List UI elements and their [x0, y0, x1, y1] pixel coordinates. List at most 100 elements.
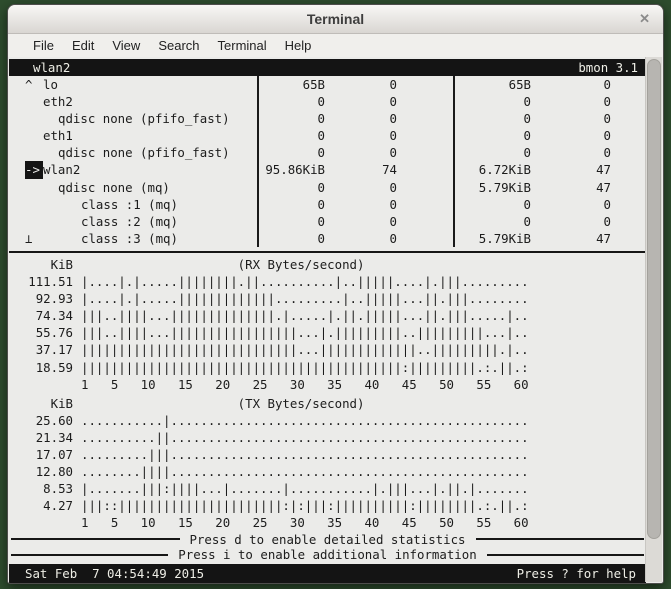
graph-unit-label: KiB	[50, 395, 73, 411]
interface-name-cell: eth2	[9, 93, 257, 110]
table-row[interactable]: eth1 0 0 0 0	[9, 127, 646, 145]
graph-y-label: 12.80	[35, 464, 73, 480]
interface-name-cell: class :2 (mq)	[9, 213, 257, 230]
graph-x-axis: 1 5 10 15 20 25 30 35 40 45 50 55 60	[81, 376, 529, 392]
graph-y-label: 4.27	[43, 498, 73, 514]
interface-name: wlan2	[43, 162, 81, 178]
rx-rate: 0	[317, 230, 325, 246]
notice-line-left	[11, 553, 169, 556]
menu-view[interactable]: View	[103, 37, 149, 54]
tx-graph: KiB (TX Bytes/second) 25.60 ...........|..…	[9, 395, 646, 532]
tx-packets: 47	[596, 179, 611, 195]
tx-packets: 0	[603, 77, 611, 92]
rx-packets: 0	[389, 128, 397, 144]
table-row[interactable]: eth2 0 0 0 0	[9, 93, 646, 111]
graph-y-label: 8.53	[43, 481, 73, 497]
graph-bars: |||..||||...|||||||||||||||||...|.||||||…	[81, 325, 529, 341]
graph-bars: .........|||............................…	[81, 446, 529, 462]
rx-group: 00	[257, 229, 453, 247]
graph-bars: ..........||............................…	[81, 429, 529, 445]
rx-packets: 0	[389, 77, 397, 92]
notice-detailed-stats: Press d to enable detailed statistics	[9, 531, 646, 547]
row-indicator: ->	[25, 161, 43, 179]
graph-line: 111.51 |....|.|.....||||||||.||..........…	[9, 273, 646, 290]
rx-group: 00	[257, 110, 453, 128]
rx-packets: 0	[389, 213, 397, 229]
tx-group: 00	[453, 110, 646, 128]
graph-line: 18.59 |||||||||||||||||||||||||||||||||||…	[9, 359, 646, 376]
menu-search[interactable]: Search	[149, 37, 208, 54]
scrollbar[interactable]	[645, 57, 662, 582]
notice-line-right	[486, 553, 644, 556]
graph-bars: |||::||||||||||||||||||||||:|:|||:||||||…	[81, 498, 529, 514]
tx-rate: 5.79KiB	[478, 230, 531, 246]
rx-graph: KiB (RX Bytes/second) 111.51 |....|.|.....…	[9, 256, 646, 393]
close-icon[interactable]: ✕	[639, 5, 650, 33]
tx-packets: 0	[603, 213, 611, 229]
graph-title: (TX Bytes/second)	[81, 395, 365, 411]
tx-packets: 0	[603, 94, 611, 110]
rx-rate: 0	[317, 179, 325, 195]
menu-file[interactable]: File	[24, 37, 63, 54]
tx-packets: 47	[596, 230, 611, 246]
tx-group: 5.79KiB 47	[453, 178, 646, 196]
tx-group: 5.79KiB 47	[453, 229, 646, 247]
rx-packets: 0	[389, 111, 397, 127]
titlebar[interactable]: Terminal ✕	[8, 5, 663, 34]
interface-name-cell: qdisc none (pfifo_fast)	[9, 110, 257, 127]
row-indicator	[25, 127, 43, 144]
graph-y-label	[25, 514, 73, 531]
tx-group: 00	[453, 127, 646, 145]
graph-bars: |.......|||:||||...|.......|...........|…	[81, 481, 529, 497]
tx-group: 00	[453, 195, 646, 213]
graph-line: 21.34 ..........||.......................…	[9, 429, 646, 446]
row-indicator	[25, 179, 43, 196]
tx-rate: 0	[523, 213, 531, 229]
interface-name-cell: qdisc none (mq)	[9, 179, 257, 196]
menu-terminal[interactable]: Terminal	[209, 37, 276, 54]
interface-name-cell: class :1 (mq)	[9, 196, 257, 213]
bmon-screen: wlan2 bmon 3.1 ^ lo 65B 0 65B 0 eth2 0 0 0 0 qdisc …	[9, 57, 646, 583]
menu-help[interactable]: Help	[276, 37, 321, 54]
interface-name: qdisc none (pfifo_fast)	[58, 111, 230, 127]
menu-edit[interactable]: Edit	[63, 37, 103, 54]
graph-y-label: 37.17	[35, 342, 73, 358]
graph-y-label: 74.34	[35, 308, 73, 324]
table-graph-divider	[9, 250, 646, 253]
rx-rate: 0	[317, 213, 325, 229]
graph-line: 12.80 ........||||.......................…	[9, 463, 646, 480]
bmon-selected-interface: wlan2	[33, 60, 71, 75]
graph-line: 55.76 |||..||||...|||||||||||||||||...|.|…	[9, 324, 646, 341]
row-indicator: ⊥	[25, 230, 33, 246]
graph-line: 1 5 10 15 20 25 30 35 40 45 50 55 60	[9, 376, 646, 393]
notice-additional-info: Press i to enable additional information	[9, 547, 646, 563]
rx-group: 95.86KiB 74	[257, 161, 453, 179]
rx-rate: 0	[317, 111, 325, 127]
table-row[interactable]: class :2 (mq) 0 0 0 0	[9, 212, 646, 230]
graph-y-label: 18.59	[35, 359, 73, 375]
graph-y-label: 25.60	[35, 412, 73, 428]
graph-line: KiB (RX Bytes/second)	[9, 256, 646, 273]
graph-line: 4.27 |||::||||||||||||||||||||||:|:|||:||…	[9, 497, 646, 514]
table-row[interactable]: -> wlan2 95.86KiB 74 6.72KiB 47	[9, 161, 646, 179]
table-row[interactable]: qdisc none (pfifo_fast) 0 0 0 0	[9, 110, 646, 128]
graph-line: 25.60 ...........|.......................…	[9, 412, 646, 429]
bmon-header-bar: wlan2 bmon 3.1	[9, 59, 646, 76]
table-row[interactable]: ⊥ class :3 (mq) 0 0 5.79KiB 47	[9, 229, 646, 247]
graph-x-axis: 1 5 10 15 20 25 30 35 40 45 50 55 60	[81, 515, 529, 531]
table-row[interactable]: qdisc none (mq) 0 0 5.79KiB 47	[9, 178, 646, 196]
tx-group: 65B 0	[453, 76, 646, 94]
table-row[interactable]: qdisc none (pfifo_fast) 0 0 0 0	[9, 144, 646, 162]
tx-rate: 0	[523, 94, 531, 110]
graph-line: 8.53 |.......|||:||||...|.......|........…	[9, 480, 646, 497]
terminal-viewport[interactable]: wlan2 bmon 3.1 ^ lo 65B 0 65B 0 eth2 0 0 0 0 qdisc …	[9, 57, 662, 583]
interface-name-cell: ⊥ class :3 (mq)	[9, 230, 257, 247]
tx-packets: 0	[603, 128, 611, 144]
rx-packets: 0	[389, 145, 397, 161]
scrollbar-thumb[interactable]	[647, 59, 661, 539]
bmon-version: bmon 3.1	[578, 60, 638, 75]
table-row[interactable]: class :1 (mq) 0 0 0 0	[9, 195, 646, 213]
table-row[interactable]: ^ lo 65B 0 65B 0	[9, 76, 646, 94]
graph-y-label	[25, 376, 73, 393]
graph-y-label: 111.51	[28, 274, 73, 290]
